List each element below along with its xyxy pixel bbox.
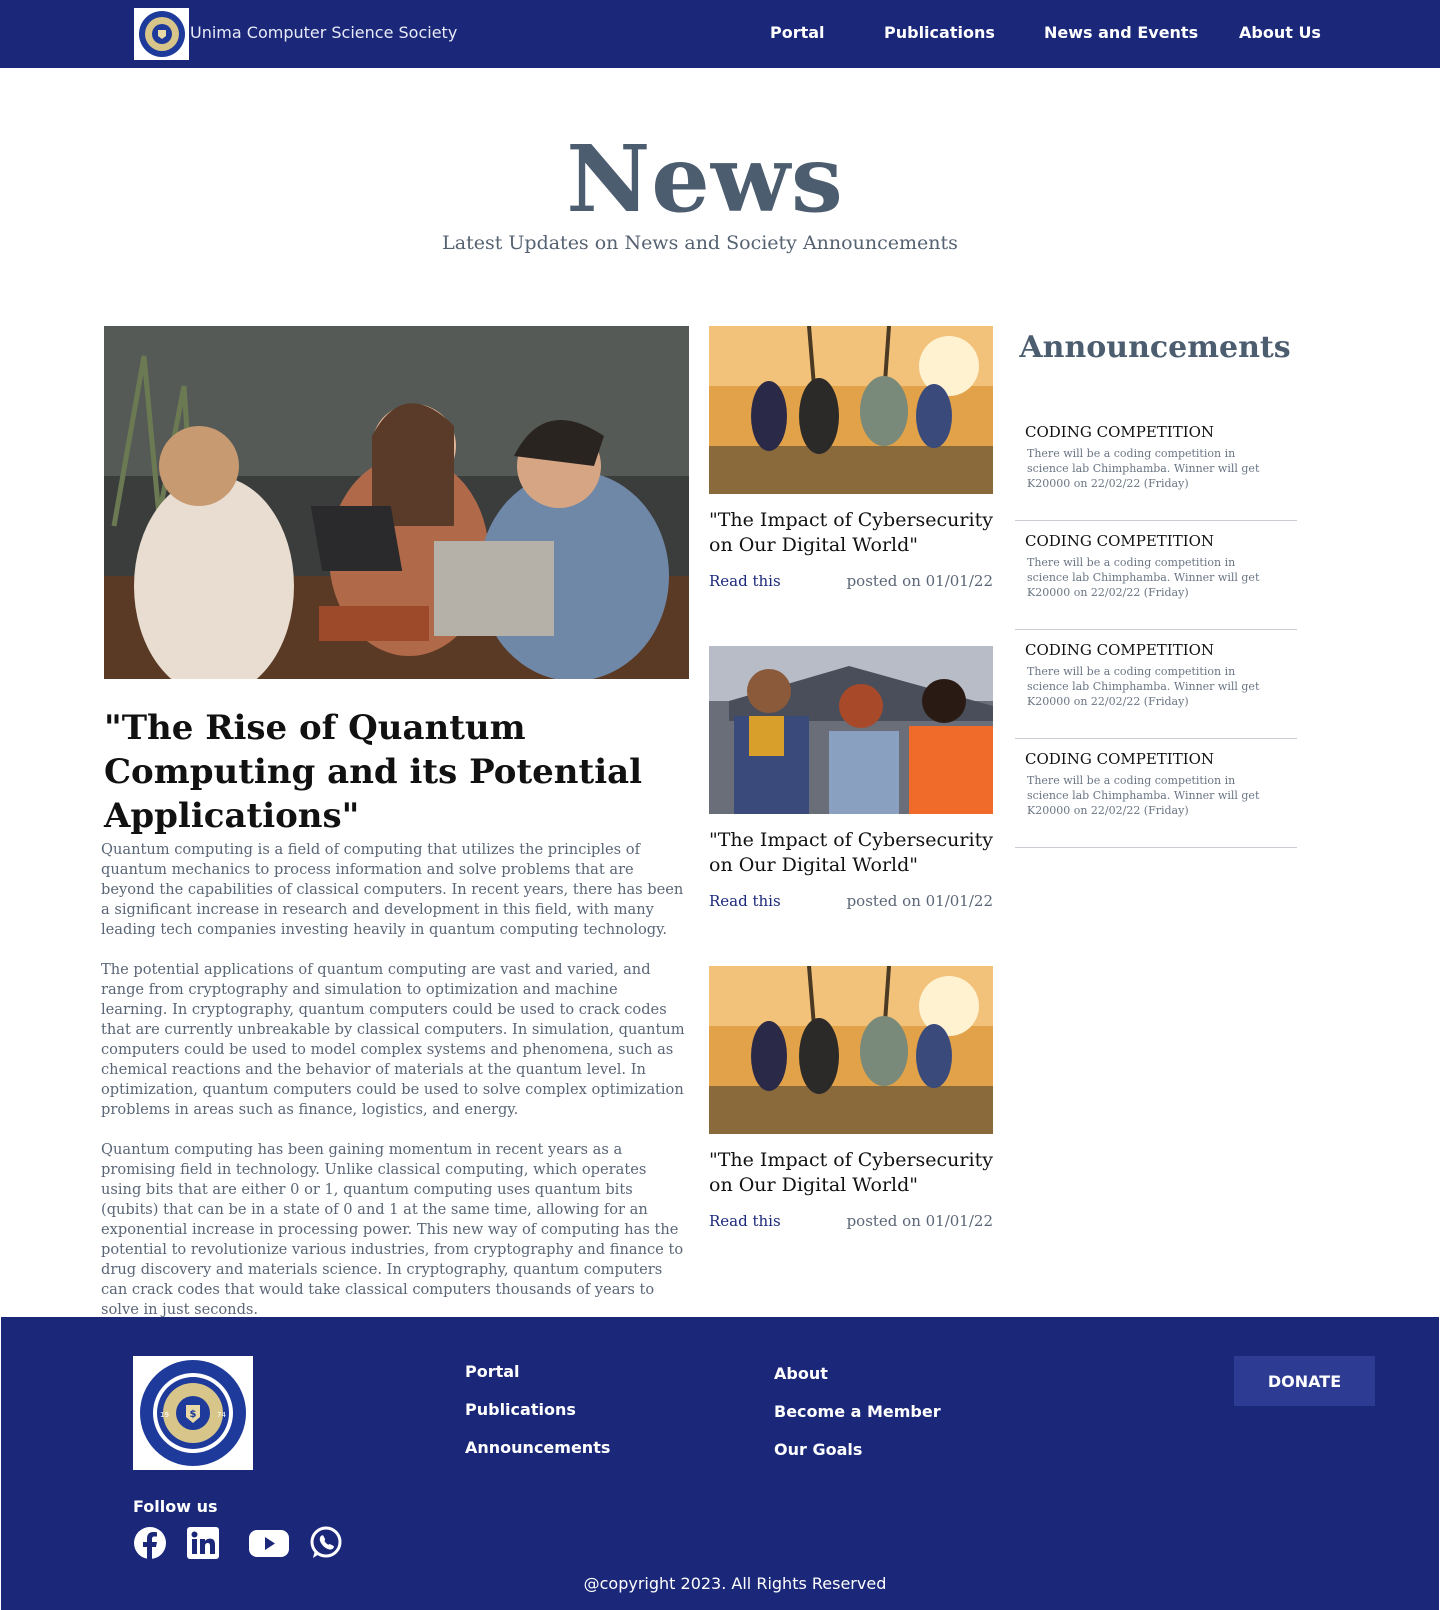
feature-paragraph: Quantum computing has been gaining momen…: [101, 1141, 684, 1318]
feature-paragraph: Quantum computing is a field of computin…: [101, 841, 684, 938]
copyright-text: @copyright 2023. All Rights Reserved: [583, 1574, 887, 1593]
announcement-title: CODING COMPETITION: [1025, 750, 1215, 768]
page-subtitle: Latest Updates on News and Society Annou…: [442, 232, 958, 254]
nav-news-and-events[interactable]: News and Events: [1044, 23, 1198, 42]
page-title: News: [566, 125, 844, 233]
news-card: "The Impact of Cybersecurity on Our Digi…: [709, 646, 993, 910]
announcement-item[interactable]: CODING COMPETITION There will be a codin…: [1015, 739, 1297, 848]
seal-icon: [138, 11, 185, 57]
announcement-text: There will be a coding competition in sc…: [1027, 665, 1260, 708]
facebook-icon[interactable]: [133, 1526, 167, 1560]
nav-portal[interactable]: Portal: [770, 23, 825, 42]
footer-link-publications[interactable]: Publications: [465, 1400, 576, 1419]
read-this-link[interactable]: Read this: [709, 572, 781, 590]
svg-text:74: 74: [217, 1411, 226, 1419]
feature-paragraph: The potential applications of quantum co…: [101, 961, 685, 1118]
news-card-title[interactable]: "The Impact of Cybersecurity on Our Digi…: [709, 508, 993, 558]
announcement-item[interactable]: CODING COMPETITION There will be a codin…: [1015, 630, 1297, 739]
feature-image[interactable]: [104, 326, 689, 679]
youtube-icon[interactable]: [249, 1526, 289, 1560]
announcement-text: There will be a coding competition in sc…: [1027, 447, 1260, 490]
news-card-title[interactable]: "The Impact of Cybersecurity on Our Digi…: [709, 828, 993, 878]
posted-date: posted on 01/01/22: [846, 892, 993, 910]
footer-link-announcements[interactable]: Announcements: [465, 1438, 610, 1457]
news-card-image[interactable]: [709, 646, 993, 814]
whatsapp-icon[interactable]: [309, 1526, 343, 1560]
news-card: "The Impact of Cybersecurity on Our Digi…: [709, 966, 993, 1230]
footer-link-about[interactable]: About: [774, 1364, 828, 1383]
announcement-item[interactable]: CODING COMPETITION There will be a codin…: [1015, 521, 1297, 630]
announcement-text: There will be a coding competition in sc…: [1027, 556, 1260, 599]
donate-button[interactable]: DONATE: [1234, 1356, 1375, 1406]
footer-link-become-member[interactable]: Become a Member: [774, 1402, 941, 1421]
follow-us-label: Follow us: [133, 1497, 218, 1516]
news-card-title[interactable]: "The Impact of Cybersecurity on Our Digi…: [709, 1148, 993, 1198]
posted-date: posted on 01/01/22: [846, 1212, 993, 1230]
top-navbar: Unima Computer Science Society Portal Pu…: [0, 0, 1440, 68]
read-this-link[interactable]: Read this: [709, 1212, 781, 1230]
society-logo[interactable]: [134, 8, 189, 60]
announcement-title: CODING COMPETITION: [1025, 423, 1215, 441]
svg-text:$: $: [190, 1409, 197, 1420]
footer-link-our-goals[interactable]: Our Goals: [774, 1440, 862, 1459]
announcement-text: There will be a coding competition in sc…: [1027, 774, 1260, 817]
announcement-title: CODING COMPETITION: [1025, 532, 1215, 550]
news-card-image[interactable]: [709, 966, 993, 1134]
linkedin-icon[interactable]: [186, 1526, 220, 1560]
announcement-title: CODING COMPETITION: [1025, 641, 1215, 659]
nav-publications[interactable]: Publications: [884, 23, 995, 42]
footer-link-portal[interactable]: Portal: [465, 1362, 520, 1381]
nav-about-us[interactable]: About Us: [1239, 23, 1321, 42]
read-this-link[interactable]: Read this: [709, 892, 781, 910]
feature-body: Quantum computing is a field of computin…: [101, 840, 686, 1340]
seal-icon: $ 19 74: [140, 1360, 246, 1466]
footer-logo[interactable]: $ 19 74: [133, 1356, 253, 1470]
brand-name[interactable]: Unima Computer Science Society: [190, 23, 457, 42]
posted-date: posted on 01/01/22: [846, 572, 993, 590]
announcement-item[interactable]: CODING COMPETITION There will be a codin…: [1015, 412, 1297, 521]
news-card: "The Impact of Cybersecurity on Our Digi…: [709, 326, 993, 590]
svg-text:19: 19: [160, 1411, 169, 1419]
announcements-heading: Announcements: [1019, 330, 1291, 365]
news-card-image[interactable]: [709, 326, 993, 494]
feature-headline[interactable]: "The Rise of Quantum Computing and its P…: [104, 706, 684, 838]
